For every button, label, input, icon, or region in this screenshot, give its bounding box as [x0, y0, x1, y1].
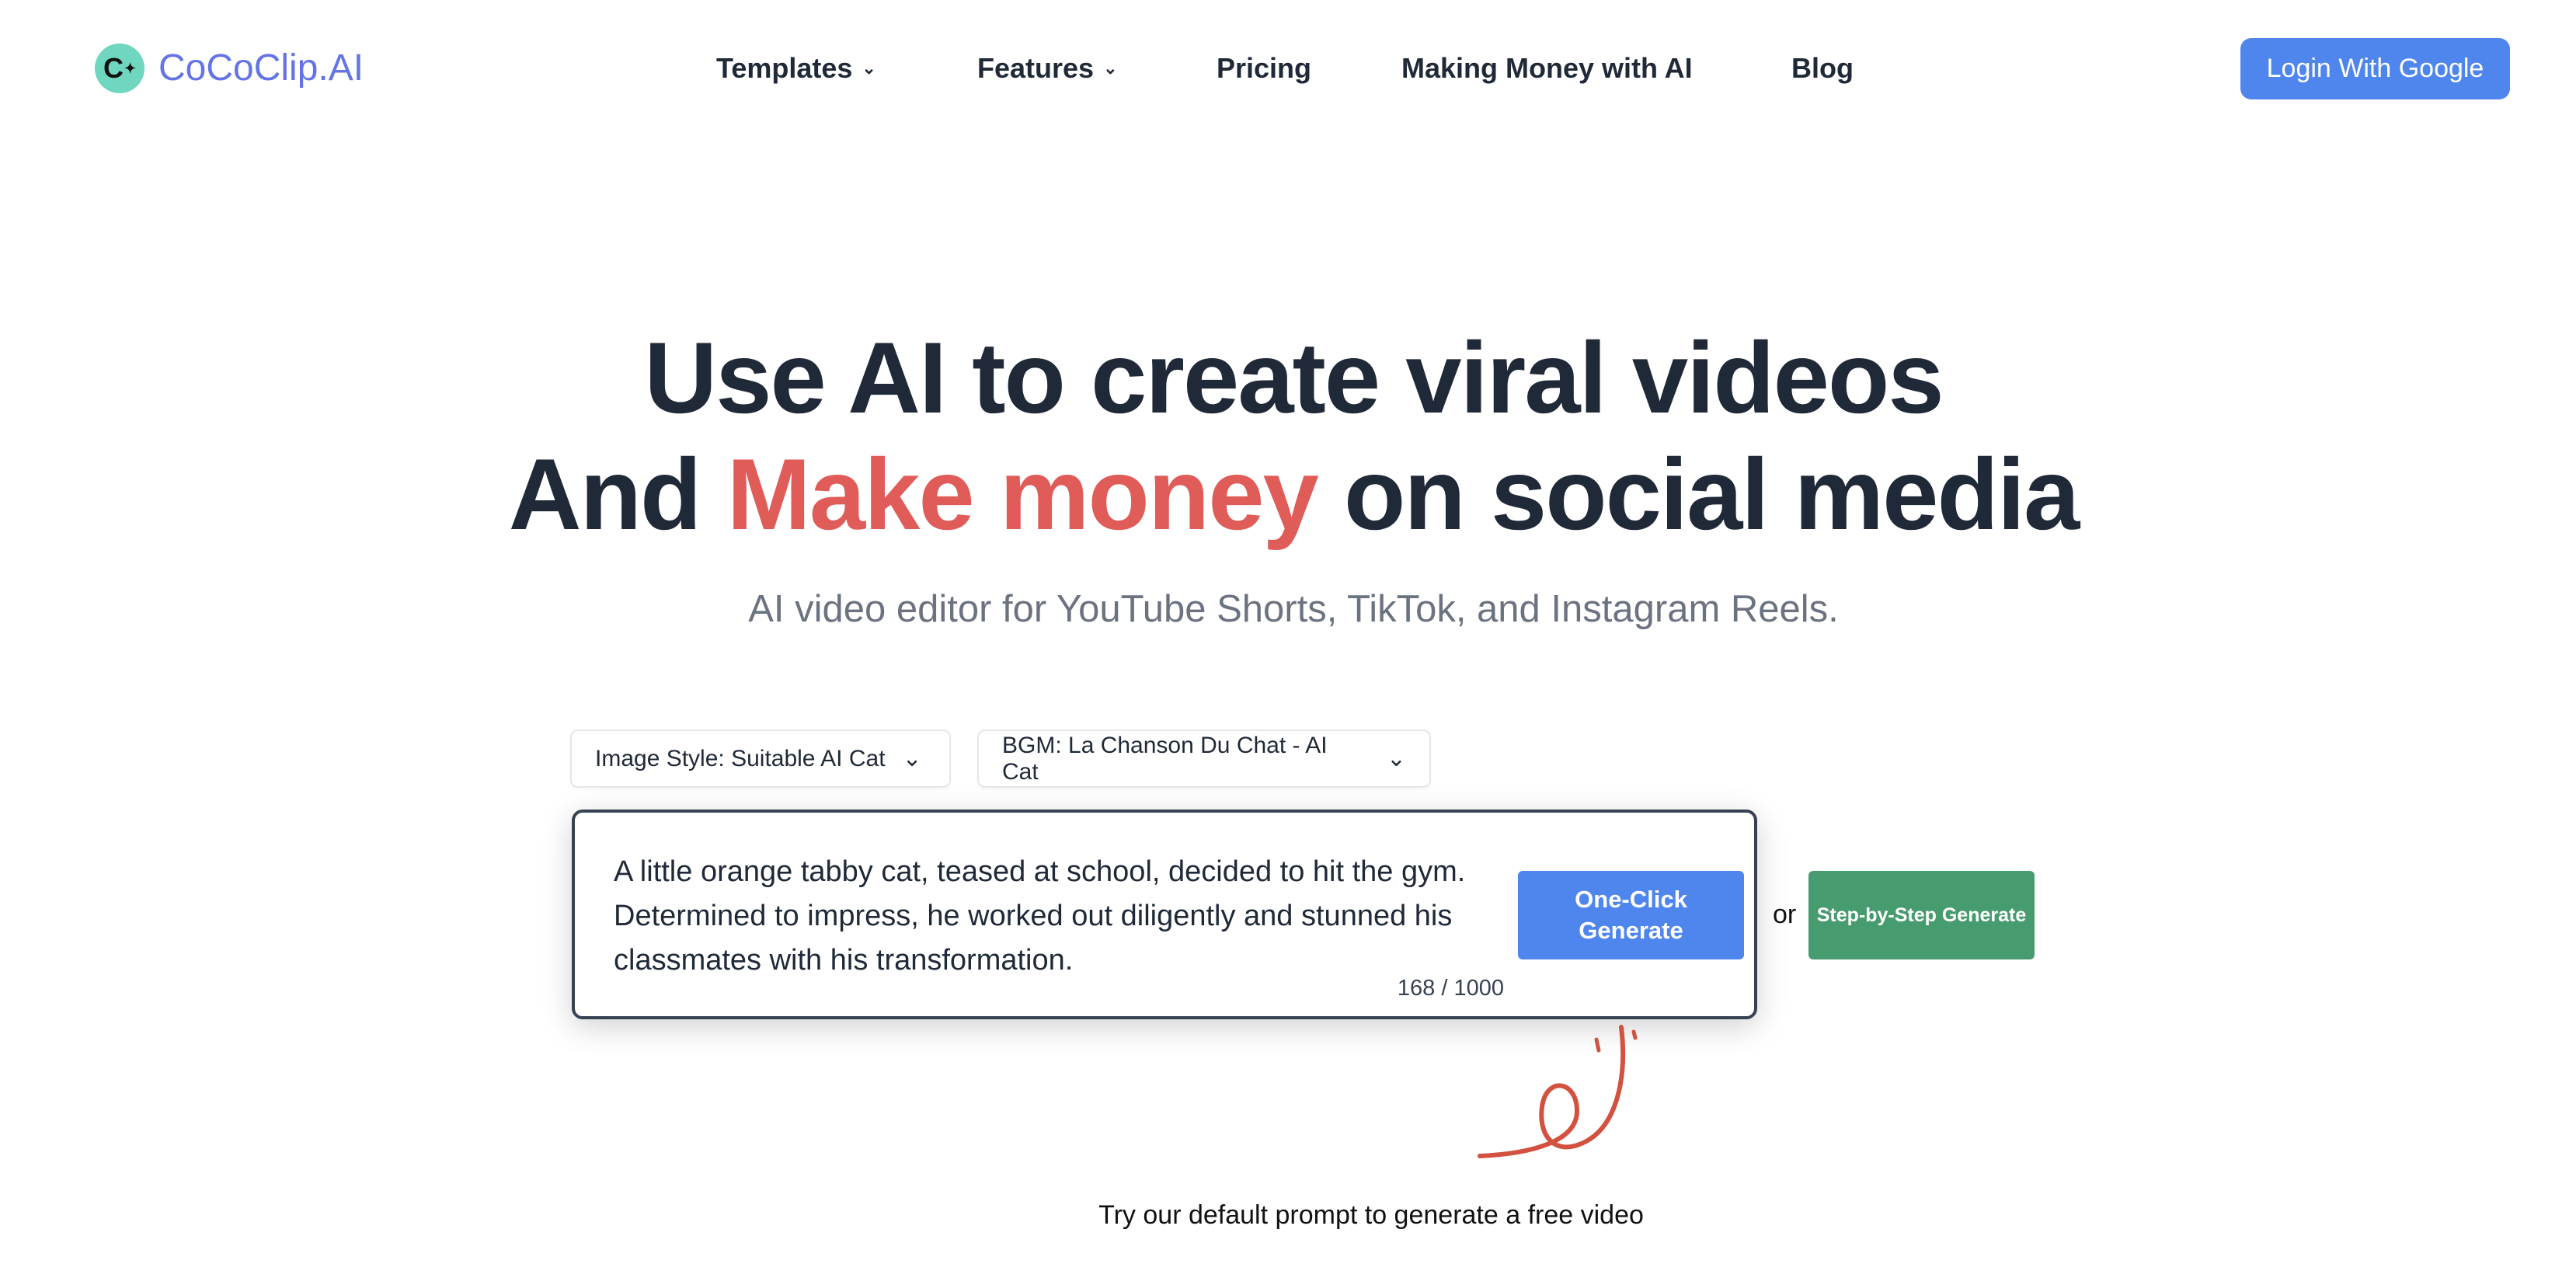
headline-line1: Use AI to create viral videos [644, 321, 1944, 434]
headline-line2: And Make money on social media [0, 436, 2576, 552]
nav-features[interactable]: Features ⌄ [977, 51, 1118, 85]
dropdown-value: Image Style: Suitable AI Cat [595, 745, 886, 771]
nav-label: Features [977, 52, 1095, 84]
or-label: or [1773, 900, 1797, 929]
bgm-dropdown[interactable]: BGM: La Chanson Du Chat - AI Cat ⌄ [977, 730, 1431, 788]
chevron-down-icon: ⌄ [1103, 58, 1118, 78]
logo-letter: C [103, 52, 124, 84]
chevron-down-icon: ⌄ [902, 746, 922, 771]
login-google-button[interactable]: Login With Google [2240, 38, 2510, 99]
nav-label: Pricing [1217, 52, 1312, 84]
one-click-generate-button[interactable]: One-Click Generate [1518, 871, 1744, 959]
chevron-down-icon: ⌄ [1386, 746, 1406, 771]
image-style-dropdown[interactable]: Image Style: Suitable AI Cat ⌄ [570, 730, 951, 788]
chevron-down-icon: ⌄ [862, 58, 876, 78]
hero-subtitle: AI video editor for YouTube Shorts, TikT… [748, 588, 1839, 630]
dropdown-value: BGM: La Chanson Du Chat - AI Cat [1002, 732, 1328, 785]
default-prompt-hint: Try our default prompt to generate a fre… [1098, 1200, 1644, 1230]
nav-label: Blog [1791, 52, 1854, 84]
brand-name[interactable]: CoCoClip.AI [158, 47, 364, 90]
nav-making-money[interactable]: Making Money with AI [1401, 51, 1693, 85]
headline-text: And [508, 437, 727, 551]
prompt-input[interactable]: A little orange tabby cat, teased at sch… [614, 850, 1468, 983]
logo-icon[interactable]: C ✦ [95, 44, 144, 93]
sparkle-icon: ✦ [124, 60, 137, 76]
nav-blog[interactable]: Blog [1791, 51, 1854, 85]
squiggle-arrow-icon [1478, 1025, 1638, 1158]
nav-templates[interactable]: Templates ⌄ [716, 51, 876, 85]
headline-accent: Make money [726, 437, 1319, 551]
nav-pricing[interactable]: Pricing [1217, 51, 1311, 85]
step-by-step-generate-button[interactable]: Step-by-Step Generate [1808, 871, 2035, 959]
nav-label: Templates [716, 52, 853, 84]
headline-text: on social media [1317, 437, 2080, 551]
nav-label: Making Money with AI [1401, 52, 1693, 84]
char-counter: 168 / 1000 [1397, 976, 1504, 1001]
